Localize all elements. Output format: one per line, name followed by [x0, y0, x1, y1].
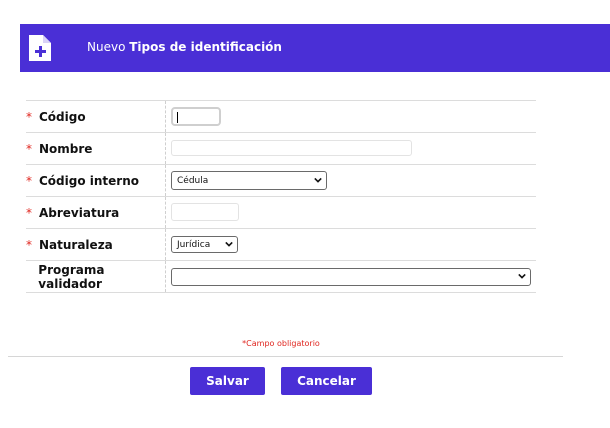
codigo-interno-label: Código interno: [39, 173, 140, 188]
chevron-down-icon: [225, 241, 233, 247]
naturaleza-select[interactable]: Jurídica: [171, 236, 238, 253]
field-label: * Nombre: [26, 133, 165, 164]
field-cell: [165, 101, 536, 132]
page-title: Nuevo Tipos de identificación: [87, 40, 282, 54]
form-row-programa-validador: Programa validador: [26, 261, 536, 293]
required-marker: *: [26, 205, 32, 220]
footer-divider: [8, 356, 563, 357]
save-button[interactable]: Salvar: [190, 367, 265, 395]
nombre-input[interactable]: [171, 140, 412, 156]
abreviatura-input[interactable]: [171, 203, 239, 221]
required-marker: *: [26, 237, 32, 252]
field-label: * Código: [26, 101, 165, 132]
form-row-nombre: * Nombre: [26, 133, 536, 165]
required-field-legend: *Campo obligatorio: [242, 339, 320, 348]
required-marker: *: [26, 141, 32, 156]
field-label: * Naturaleza: [26, 229, 165, 260]
form-row-codigo: * Código: [26, 100, 536, 133]
abreviatura-label: Abreviatura: [39, 205, 120, 220]
identification-form: * Código * Nombre * Código interno Cédul…: [26, 100, 536, 293]
title-prefix: Nuevo: [87, 40, 126, 54]
nombre-label: Nombre: [39, 141, 93, 156]
codigo-interno-value: Cédula: [177, 175, 209, 186]
programa-validador-label: Programa validador: [38, 262, 105, 291]
chevron-down-icon: [314, 177, 322, 183]
field-cell: [165, 197, 536, 228]
cancel-button[interactable]: Cancelar: [281, 367, 372, 395]
programa-validador-select[interactable]: [171, 268, 531, 286]
field-label: * Código interno: [26, 165, 165, 196]
field-cell: [165, 133, 536, 164]
page-header: Nuevo Tipos de identificación: [20, 24, 610, 72]
naturaleza-label: Naturaleza: [39, 237, 113, 252]
codigo-input[interactable]: [171, 107, 221, 126]
form-row-codigo-interno: * Código interno Cédula: [26, 165, 536, 197]
text-caret: [177, 112, 178, 123]
field-label: * Abreviatura: [26, 197, 165, 228]
form-row-naturaleza: * Naturaleza Jurídica: [26, 229, 536, 261]
title-entity: Tipos de identificación: [129, 40, 282, 54]
required-marker: *: [26, 109, 32, 124]
field-label: Programa validador: [26, 261, 165, 292]
field-cell: Cédula: [165, 165, 536, 196]
codigo-label: Código: [39, 109, 86, 124]
form-row-abreviatura: * Abreviatura: [26, 197, 536, 229]
codigo-interno-select[interactable]: Cédula: [171, 171, 327, 190]
naturaleza-value: Jurídica: [177, 239, 211, 250]
chevron-down-icon: [518, 273, 526, 279]
field-cell: Jurídica: [165, 229, 536, 260]
required-marker: *: [26, 173, 32, 188]
field-cell: [165, 261, 536, 292]
document-add-icon: [29, 35, 51, 61]
